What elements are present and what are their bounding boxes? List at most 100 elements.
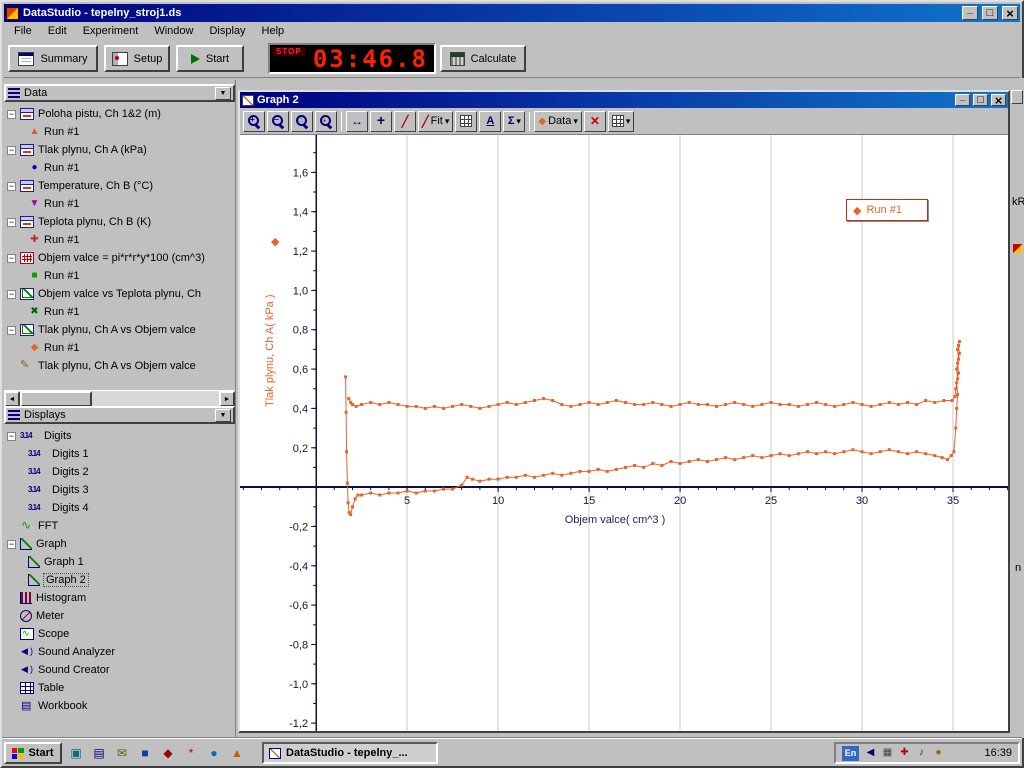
text-tool-button[interactable]: A (479, 111, 501, 132)
tree-expander-icon[interactable] (7, 254, 16, 263)
y-axis-run-marker-icon (271, 235, 279, 248)
zoom-select-button[interactable] (291, 111, 313, 132)
quicklaunch-misc-icon[interactable]: ▲ (229, 745, 245, 761)
tree-expander-icon[interactable] (7, 182, 16, 191)
scroll-right-button[interactable] (219, 391, 235, 407)
quicklaunch-globe-icon[interactable]: ● (206, 745, 222, 761)
data-tree-item[interactable]: Temperature, Ch B (°C) (4, 177, 235, 195)
data-tree-item[interactable]: Tlak plynu, Ch A vs Objem valce (4, 321, 235, 339)
minimize-button[interactable] (962, 6, 978, 20)
quicklaunch-desktop-icon[interactable]: ▣ (68, 745, 84, 761)
quick-launch-bar: ▣ ▤ ✉ ■ ◆ * ● ▲ (68, 742, 245, 764)
menu-display[interactable]: Display (201, 23, 253, 39)
graph-minimize-button[interactable] (955, 94, 970, 106)
displays-tree-item[interactable]: Digits 4 (4, 499, 235, 517)
quicklaunch-document-icon[interactable]: ▤ (91, 745, 107, 761)
language-indicator[interactable]: En (842, 746, 859, 761)
displays-tree-item[interactable]: Sound Creator (4, 661, 235, 679)
data-tree-item[interactable]: ✚Run #1 (4, 231, 235, 249)
displays-tree-item[interactable]: Graph 2 (4, 571, 235, 589)
data-tree-label: Tlak plynu, Ch A vs Objem valce (38, 324, 196, 336)
data-tree-label: Temperature, Ch B (°C) (38, 180, 153, 192)
tree-expander-icon[interactable] (7, 432, 16, 441)
chart-area[interactable]: 1,61,41,21,00,80,60,40,2-0,2-0,4-0,6-0,8… (240, 135, 1008, 731)
tree-expander-icon[interactable] (7, 218, 16, 227)
fit-dropdown-button[interactable]: Fit (418, 111, 453, 132)
graph-window-titlebar[interactable]: Graph 2 (240, 92, 1008, 108)
displays-tree-item[interactable]: Graph 1 (4, 553, 235, 571)
scroll-left-button[interactable] (4, 391, 20, 407)
tree-expander-icon[interactable] (7, 326, 16, 335)
menu-help[interactable]: Help (254, 23, 293, 39)
graph-maximize-button[interactable] (973, 94, 988, 106)
data-tree-item[interactable]: Teplota plynu, Ch B (K) (4, 213, 235, 231)
displays-tree-item[interactable]: Meter (4, 607, 235, 625)
displays-tree-item[interactable]: Digits (4, 427, 235, 445)
calculate-tool-button[interactable] (455, 111, 477, 132)
data-tree-item[interactable]: Objem valce = pi*r*r*y*100 (cm^3) (4, 249, 235, 267)
chart-legend[interactable]: Run #1 (846, 199, 928, 221)
quicklaunch-mail-icon[interactable]: ✉ (114, 745, 130, 761)
scr oll-thumb[interactable] (20, 391, 92, 407)
scroll-track[interactable] (92, 391, 219, 406)
data-dropdown-button[interactable]: Data (534, 111, 581, 132)
quicklaunch-star-icon[interactable]: * (183, 745, 199, 761)
displays-tree-item[interactable]: Graph (4, 535, 235, 553)
data-tree-item[interactable]: ▼Run #1 (4, 195, 235, 213)
start-button[interactable]: Start (176, 45, 244, 72)
display-tray-icon[interactable]: ▦ (881, 745, 894, 761)
displays-tree-item[interactable]: Digits 3 (4, 481, 235, 499)
menu-file[interactable]: File (6, 23, 40, 39)
antivirus-icon[interactable]: ✚ (898, 745, 911, 761)
data-panel-menu-button[interactable] (215, 87, 231, 100)
tree-expander-icon[interactable] (7, 290, 16, 299)
displays-tree-item[interactable]: Table (4, 679, 235, 697)
close-button[interactable] (1002, 6, 1018, 20)
displays-tree-item[interactable]: Digits 2 (4, 463, 235, 481)
data-tree-item[interactable]: Tlak plynu, Ch A vs Objem valce (4, 357, 235, 375)
data-tree-item[interactable]: ◆Run #1 (4, 339, 235, 357)
smart-tool-button[interactable] (370, 111, 392, 132)
quicklaunch-monitor-icon[interactable]: ■ (137, 745, 153, 761)
scheduler-icon[interactable]: ● (932, 745, 945, 761)
maximize-button[interactable] (982, 6, 998, 20)
graph-settings-button[interactable] (608, 111, 635, 132)
align-scales-button[interactable] (346, 111, 368, 132)
displays-panel-menu-button[interactable] (215, 409, 231, 422)
graph-close-button[interactable] (991, 94, 1006, 106)
displays-tree-item[interactable]: Digits 1 (4, 445, 235, 463)
data-panel-hscrollbar[interactable] (4, 390, 235, 406)
menu-edit[interactable]: Edit (40, 23, 75, 39)
tree-expander-icon[interactable] (7, 110, 16, 119)
data-tree-item[interactable]: ●Run #1 (4, 159, 235, 177)
displays-tree-item[interactable]: Histogram (4, 589, 235, 607)
start-menu-button[interactable]: Start (4, 742, 62, 764)
statistics-button[interactable]: Σ (503, 111, 525, 132)
displays-tree-item[interactable]: Sound Analyzer (4, 643, 235, 661)
menu-window[interactable]: Window (146, 23, 201, 39)
volume-icon[interactable]: ◀ (864, 745, 877, 761)
calculate-button[interactable]: Calculate (440, 45, 526, 72)
zoom-out-button[interactable] (267, 111, 289, 132)
data-tree-item[interactable]: ■Run #1 (4, 267, 235, 285)
displays-tree-item[interactable]: Scope (4, 625, 235, 643)
setup-button[interactable]: Setup (104, 45, 170, 72)
zoom-fit-button[interactable] (315, 111, 337, 132)
displays-tree-item[interactable]: FFT (4, 517, 235, 535)
data-tree-item[interactable]: ✖Run #1 (4, 303, 235, 321)
menu-experiment[interactable]: Experiment (75, 23, 147, 39)
audio-icon[interactable]: ♪ (915, 745, 928, 761)
summary-button[interactable]: Summary (8, 45, 98, 72)
slope-tool-button[interactable] (394, 111, 416, 132)
zoom-in-button[interactable] (243, 111, 265, 132)
displays-tree-item[interactable]: Workbook (4, 697, 235, 715)
data-tree-item[interactable]: Objem valce vs Teplota plynu, Ch (4, 285, 235, 303)
quicklaunch-package-icon[interactable]: ◆ (160, 745, 176, 761)
tree-expander-icon[interactable] (7, 540, 16, 549)
taskbar-task-datastudio[interactable]: DataStudio - tepelny_... (262, 742, 438, 764)
data-tree-item[interactable]: Poloha pistu, Ch 1&2 (m) (4, 105, 235, 123)
remove-button[interactable] (584, 111, 606, 132)
data-tree-item[interactable]: Tlak plynu, Ch A (kPa) (4, 141, 235, 159)
tree-expander-icon[interactable] (7, 146, 16, 155)
data-tree-item[interactable]: ▲Run #1 (4, 123, 235, 141)
